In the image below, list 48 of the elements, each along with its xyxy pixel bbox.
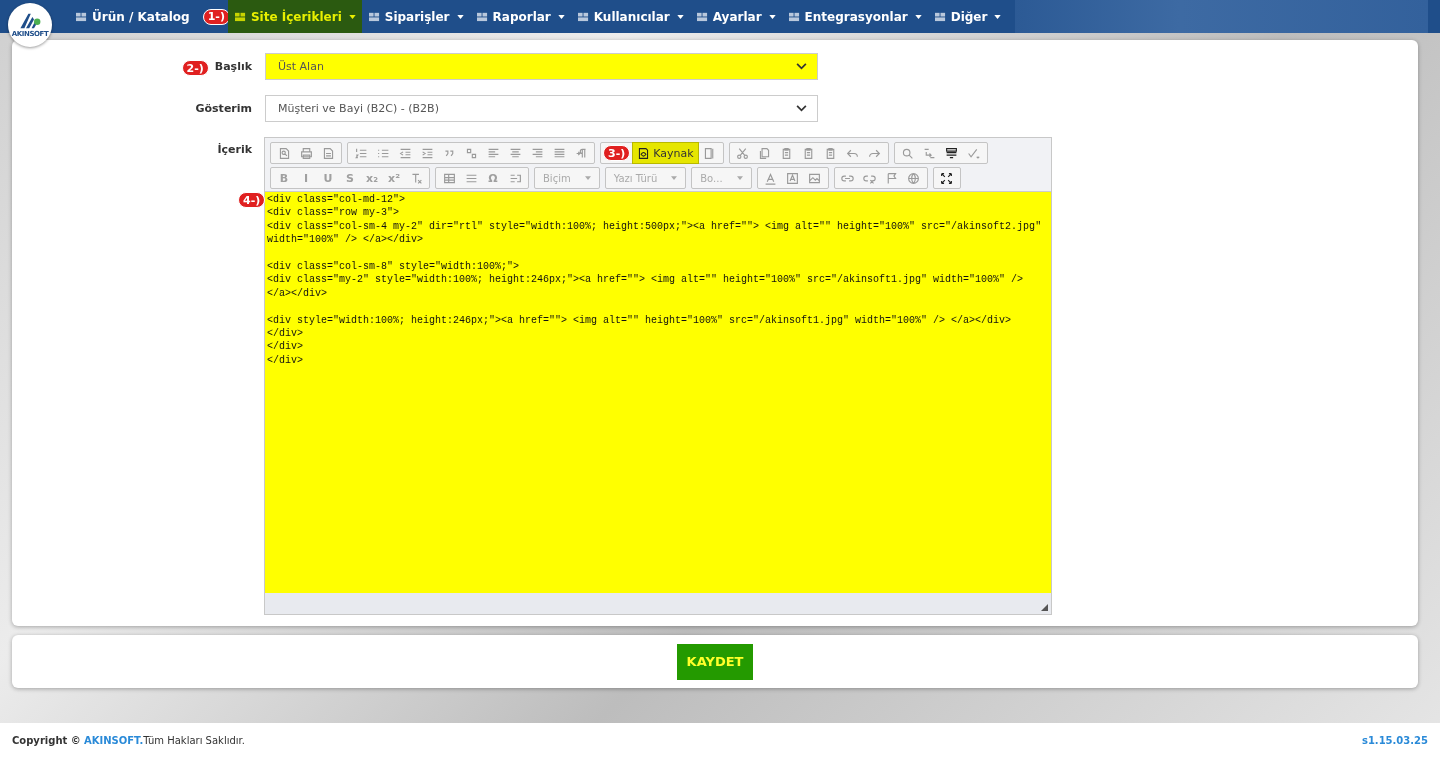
caret-icon	[671, 176, 678, 180]
version-text: s1.15.03.25	[1361, 734, 1428, 746]
source-code-area[interactable]	[265, 192, 1051, 593]
caret-icon	[456, 14, 464, 19]
nav-menu-item[interactable]: Ürün / Katalog	[69, 0, 203, 33]
field-label: Başlık	[214, 60, 252, 73]
field-label: İçerik	[217, 143, 252, 156]
source-button[interactable]: Kaynak	[632, 142, 699, 164]
code-line: <div class="col-sm-8" style="width:100%;">	[267, 260, 521, 274]
code-line: <div class="col-sm-4 my-2" dir="rtl" style="width:100%; height:500px;"><a href=""> <img alt="" height="100%" src="/akinsoft2.jpg" width="100%" /> </a></div>	[267, 219, 1043, 247]
brand-link[interactable]: AKINSOFT.	[84, 734, 144, 746]
code-line: <div class="my-2" style="width:100%; height:246px;"><a href=""> <img alt="" height="100%" src="/akinsoft1.jpg" width="100%" /> </a></div>	[267, 273, 1025, 301]
code-line: <div class="col-md-12">	[267, 193, 407, 207]
caret-icon	[557, 14, 565, 19]
chevron-icon	[796, 63, 807, 70]
nav-menu-item[interactable]: Siparişler	[361, 0, 470, 33]
code-line: </div>	[267, 327, 304, 341]
caret-icon	[584, 176, 591, 180]
field-label: Gösterim	[195, 102, 252, 115]
save-button[interactable]: KAYDET	[677, 643, 753, 680]
annotation-badge: 2-)	[181, 60, 209, 76]
caret-icon	[736, 176, 743, 180]
chevron-icon	[796, 105, 807, 112]
select-field[interactable]: Müşteri ve Bayi (B2C) - (B2B)	[265, 95, 818, 122]
page-eye-icon	[637, 146, 651, 160]
annotation-badge: 4-)	[238, 192, 266, 208]
annotation-badge: 3-)	[603, 145, 631, 161]
nav-menu-item[interactable]: Site İçerikleri	[227, 0, 362, 33]
caret-icon	[768, 14, 776, 19]
code-line: <div class="row my-3">	[267, 206, 401, 220]
resize-handle-icon[interactable]	[1041, 604, 1048, 611]
caret-icon	[914, 14, 922, 19]
annotation-badge: 1-)	[202, 8, 230, 25]
caret-icon	[676, 14, 684, 19]
nav-menu-item[interactable]: Diğer	[927, 0, 1008, 33]
code-line: <div style="width:100%; height:246px;"><a href=""> <img alt="" height="100%" src="/akinsoft1.jpg" width="100%" /> </a></div>	[267, 313, 1013, 328]
logo-icon	[18, 12, 42, 30]
nav-menu-item[interactable]: Ayarlar	[689, 0, 782, 33]
caret-icon	[348, 14, 356, 19]
code-line: </div>	[267, 353, 304, 368]
nav-menu-item[interactable]: Kullanıcılar	[570, 0, 690, 33]
select-field[interactable]: Üst Alan	[265, 53, 818, 80]
copyright-text: Copyright © AKINSOFT.Tüm Hakları Saklıdır.	[12, 734, 245, 746]
code-line: </div>	[267, 340, 304, 354]
nav-menu-item[interactable]: Raporlar	[469, 0, 571, 33]
nav-menu-item[interactable]: Entegrasyonlar	[781, 0, 928, 33]
grid-icon	[933, 11, 947, 22]
caret-icon	[994, 14, 1002, 19]
